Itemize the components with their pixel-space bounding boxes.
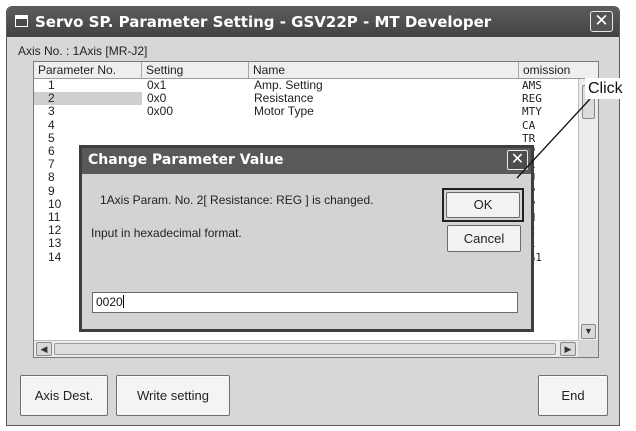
change-parameter-dialog: Change Parameter Value ✕ 1Axis Param. No… — [79, 145, 534, 332]
cell-setting — [147, 132, 247, 145]
dialog-hint: Input in hexadecimal format. — [91, 226, 242, 240]
column-header-setting[interactable]: Setting — [142, 62, 249, 78]
axis-dest-button[interactable]: Axis Dest. — [20, 375, 108, 416]
horizontal-scroll-thumb[interactable] — [54, 343, 556, 355]
horizontal-scrollbar[interactable]: ◀ ▶ — [34, 340, 578, 357]
cell-omission: CA — [522, 118, 536, 132]
vertical-scrollbar[interactable]: ▼ — [578, 79, 598, 341]
dialog-titlebar[interactable]: Change Parameter Value ✕ — [82, 148, 531, 174]
table-row[interactable]: 2 0x0 Resistance REG — [34, 91, 578, 106]
cell-name — [254, 119, 519, 132]
cell-setting: 0x00 — [147, 104, 174, 119]
window-close-button[interactable]: ✕ — [590, 11, 613, 32]
cell-omission: AMS — [522, 79, 542, 92]
table-row[interactable]: 3 0x00 Motor Type MTY — [34, 104, 578, 119]
scroll-right-arrow-icon[interactable]: ▶ — [560, 342, 576, 356]
cell-parameter-no: 5 — [48, 130, 55, 145]
cell-setting — [147, 119, 247, 132]
axis-info: Axis No. : 1Axis [MR-J2] — [18, 44, 148, 58]
end-button[interactable]: End — [538, 375, 608, 416]
window-titlebar[interactable]: Servo SP. Parameter Setting - GSV22P - M… — [7, 7, 619, 37]
cell-omission: REG — [522, 92, 542, 106]
cell-parameter-no: 2 — [34, 92, 142, 106]
window-title: Servo SP. Parameter Setting - GSV22P - M… — [35, 13, 492, 31]
column-header-name[interactable]: Name — [249, 62, 519, 78]
cell-omission: TR — [522, 131, 536, 145]
column-header-parameter-no[interactable]: Parameter No. — [34, 62, 142, 78]
scroll-down-arrow-icon[interactable]: ▼ — [581, 324, 596, 339]
cell-setting: 0x1 — [147, 79, 167, 92]
dialog-message: 1Axis Param. No. 2[ Resistance: REG ] is… — [100, 193, 374, 207]
cell-parameter-no: 1 — [48, 79, 55, 92]
cell-omission: MTY — [522, 105, 542, 119]
ok-button[interactable]: OK — [446, 192, 520, 218]
cell-parameter-no: 3 — [48, 104, 55, 119]
table-row[interactable]: 1 0x1 Amp. Setting AMS — [34, 79, 578, 92]
list-header: Parameter No. Setting Name omission — [34, 62, 598, 79]
cell-name — [254, 132, 519, 145]
window-icon — [15, 15, 28, 27]
text-caret — [122, 295, 124, 308]
parameter-value-input[interactable]: 0020 — [92, 292, 518, 313]
cancel-button[interactable]: Cancel — [447, 225, 521, 252]
cell-name: Amp. Setting — [254, 79, 323, 92]
cell-name: Motor Type — [254, 105, 314, 119]
parameter-value-text: 0020 — [96, 295, 123, 309]
table-row[interactable]: 4 CA — [34, 117, 578, 132]
cell-name: Resistance — [254, 92, 314, 106]
table-row[interactable]: 5 TR — [34, 130, 578, 145]
callout-label: Click — [585, 78, 635, 99]
cell-parameter-no: 4 — [48, 117, 55, 132]
scroll-left-arrow-icon[interactable]: ◀ — [36, 342, 52, 356]
dialog-title: Change Parameter Value — [88, 152, 284, 168]
dialog-close-button[interactable]: ✕ — [507, 150, 528, 170]
cell-setting: 0x0 — [147, 91, 167, 106]
write-setting-button[interactable]: Write setting — [116, 375, 230, 416]
scrollbar-corner — [578, 340, 598, 357]
column-header-omission[interactable]: omission — [519, 62, 600, 78]
